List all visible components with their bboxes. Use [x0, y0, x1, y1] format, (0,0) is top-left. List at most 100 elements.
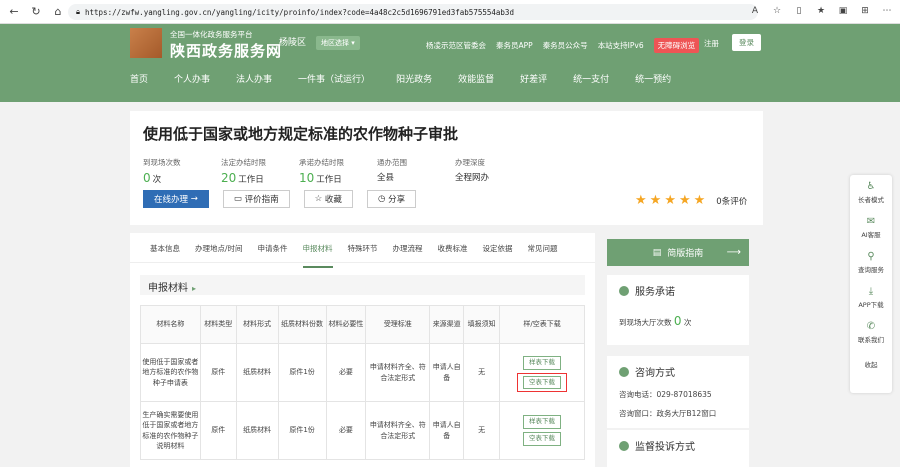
nav-efficiency[interactable]: 效能监督 — [458, 72, 494, 85]
comment-icon: ▭ — [233, 194, 242, 204]
service-card: 使用低于国家或地方规定标准的农作物种子审批 到现场次数 0次 法定办结时限 20… — [130, 111, 763, 225]
consult-window: 咨询窗口：政务大厅B12窗口 — [619, 409, 717, 418]
tab-materials[interactable]: 申报材料 — [302, 243, 333, 268]
star-outline-icon: ☆ — [314, 194, 323, 204]
sample-download-button[interactable]: 样表下载 — [523, 355, 562, 370]
nav-personal[interactable]: 个人办事 — [174, 72, 210, 85]
col-header: 受理标准 — [365, 305, 431, 344]
top-link-ipv6: 本站支持IPv6 — [597, 41, 644, 50]
lock-icon: 🔒︎ — [76, 7, 80, 16]
site-logo[interactable] — [130, 28, 162, 58]
collections-icon[interactable]: ▣ — [836, 4, 850, 18]
share-button[interactable]: ◷ 分享 — [366, 190, 417, 208]
cell: 原件1份 — [277, 401, 327, 460]
consult-phone: 咨询电话：029-87018635 — [619, 390, 712, 399]
district-name: 杨陵区 — [279, 38, 307, 48]
address-bar[interactable]: 🔒︎ https://zwfw.yangling.gov.cn/yangling… — [68, 4, 758, 20]
nav-onething[interactable]: 一件事（试运行） — [298, 72, 370, 85]
nav-payment[interactable]: 统一支付 — [573, 72, 609, 85]
cell: 原件 — [199, 343, 237, 402]
col-header: 来源渠道 — [429, 305, 465, 344]
top-link-app[interactable]: 秦务员APP — [496, 40, 533, 51]
tab-faq[interactable]: 常见问题 — [528, 243, 558, 262]
download-cell: 样表下载 空表下载 — [499, 343, 585, 402]
triangle-icon: ▸ — [192, 284, 197, 293]
contact-us-button[interactable]: ✆ 联系我们 — [850, 315, 892, 350]
nav-legal[interactable]: 法人办事 — [236, 72, 272, 85]
float-toolbar: ♿︎ 长者模式 ✉ AI客服 ⚲ 查询服务 ⤓ APP下载 ✆ 联系我们 收起 — [850, 175, 892, 393]
collapse-button[interactable]: 收起 — [850, 350, 892, 378]
home-icon[interactable]: ⌂ — [50, 4, 66, 20]
col-header: 样/空表下载 — [499, 305, 585, 344]
table-header-row: 材料名称 材料类型 材料形式 纸质材料份数 材料必要性 受理标准 来源渠道 填报… — [140, 305, 585, 344]
tab-basic-info[interactable]: 基本信息 — [150, 243, 180, 262]
blank-download-button[interactable]: 空表下载 — [523, 375, 562, 390]
evaluate-guide-button[interactable]: ▭ 评价指南 — [222, 190, 290, 208]
rating-stars: ★ ★ ★ ★ ★ 0条评价 — [635, 193, 747, 208]
ai-service-button[interactable]: ✉ AI客服 — [850, 210, 892, 245]
split-screen-icon[interactable]: ▯ — [792, 4, 806, 18]
cell: 纸质材料 — [235, 401, 279, 460]
cell: 纸质材料 — [235, 343, 279, 402]
share-icon: ◷ — [377, 194, 386, 204]
col-header: 材料形式 — [235, 305, 279, 344]
simple-guide-button[interactable]: ▤ 简版指南 ⟶ — [607, 239, 749, 266]
info-tabs: 基本信息 办理地点/时间 申请条件 申报材料 特殊环节 办理流程 收费标准 设定… — [130, 243, 595, 268]
cell: 原件1份 — [277, 343, 327, 402]
stat-legal-limit: 法定办结时限 20 工作日 — [221, 158, 266, 185]
top-link-wechat[interactable]: 秦务员公众号 — [543, 40, 588, 51]
blank-download-button[interactable]: 空表下载 — [523, 432, 562, 446]
star-icon: ★ — [664, 193, 676, 208]
phone-icon: ✆ — [866, 321, 876, 332]
search-icon: ⚲ — [867, 251, 875, 262]
tab-conditions[interactable]: 申请条件 — [258, 243, 288, 262]
document-icon: ▤ — [652, 247, 662, 258]
no-barrier-button[interactable]: 无障碍浏览 — [653, 38, 700, 53]
main-nav: 首页 个人办事 法人办事 一件事（试运行） 阳光政务 效能监督 好差评 统一支付… — [130, 72, 697, 85]
highlight-box: 空表下载 — [517, 372, 568, 393]
register-link[interactable]: 注册 — [704, 38, 719, 49]
leaf-icon — [619, 285, 629, 296]
elderly-icon: ♿︎ — [866, 181, 876, 192]
app-download-button[interactable]: ⤓ APP下载 — [850, 280, 892, 315]
tab-basis[interactable]: 设定依据 — [483, 243, 513, 262]
cell: 无 — [463, 343, 501, 402]
nav-appointment[interactable]: 统一预约 — [635, 72, 671, 85]
cell: 申请材料齐全、符合法定形式 — [365, 401, 431, 460]
nav-home[interactable]: 首页 — [130, 72, 148, 85]
sample-download-button[interactable]: 样表下载 — [523, 415, 562, 429]
extensions-icon[interactable]: ⊞ — [858, 4, 872, 18]
table-row: 生产确实需要使用低于国家或者地方标准的农作物种子说明材料 原件 纸质材料 原件1… — [140, 401, 585, 460]
star-icon: ★ — [678, 193, 691, 208]
top-links: 杨凌示范区管委会 秦务员APP 秦务员公众号 本站支持IPv6 无障碍浏览 — [426, 38, 700, 53]
more-icon[interactable]: ⋯ — [880, 4, 894, 18]
tab-special[interactable]: 特殊环节 — [348, 243, 378, 262]
col-header: 材料类型 — [199, 305, 237, 344]
arrow-right-icon: ⟶ — [726, 247, 741, 258]
complaint-icon — [619, 440, 629, 451]
nav-review[interactable]: 好差评 — [520, 72, 547, 85]
cell: 必要 — [325, 401, 367, 460]
content-card: 基本信息 办理地点/时间 申请条件 申报材料 特殊环节 办理流程 收费标准 设定… — [130, 233, 595, 467]
favorite-icon[interactable]: ☆ — [770, 4, 784, 18]
cell: 无 — [463, 401, 501, 460]
cell: 使用低于国家或者地方标准的农作物种子申请表 — [140, 343, 201, 402]
login-button[interactable]: 登录 — [732, 34, 761, 51]
top-link-committee[interactable]: 杨凌示范区管委会 — [426, 40, 486, 51]
nav-sunshine[interactable]: 阳光政务 — [396, 72, 432, 85]
online-apply-button[interactable]: 在线办理 → — [143, 190, 209, 208]
back-icon[interactable]: ← — [6, 4, 22, 20]
table-row: 使用低于国家或者地方标准的农作物种子申请表 原件 纸质材料 原件1份 必要 申请… — [140, 343, 585, 402]
tab-process[interactable]: 办理流程 — [393, 243, 423, 262]
tab-fees[interactable]: 收费标准 — [438, 243, 468, 262]
tab-location-time[interactable]: 办理地点/时间 — [195, 243, 243, 262]
col-header: 纸质材料份数 — [277, 305, 327, 344]
favorites-icon[interactable]: ★ — [814, 4, 828, 18]
refresh-icon[interactable]: ↻ — [28, 4, 44, 20]
region-select-button[interactable]: 地区选择 ▾ — [316, 36, 360, 50]
collect-button[interactable]: ☆ 收藏 — [303, 190, 353, 208]
query-service-button[interactable]: ⚲ 查询服务 — [850, 245, 892, 280]
read-aloud-icon[interactable]: A — [748, 4, 762, 18]
site-title[interactable]: 陕西政务服务网 — [170, 40, 282, 61]
elderly-mode-button[interactable]: ♿︎ 长者模式 — [850, 175, 892, 210]
